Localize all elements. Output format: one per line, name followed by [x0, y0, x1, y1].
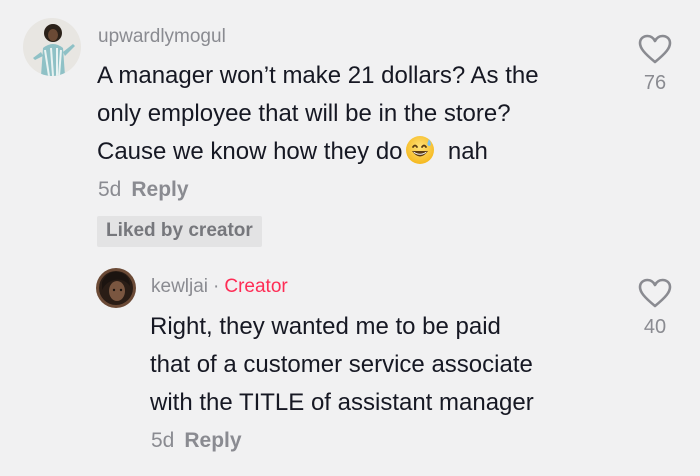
comment-line-suffix: nah [447, 138, 488, 165]
comment-line: A manager won’t make 21 dollars? As the [97, 62, 539, 89]
comment-line: only employee that will be in the store? [97, 100, 511, 127]
like-count: 40 [643, 316, 667, 338]
comment-text: A manager won’t make 21 dollars? As the … [97, 57, 539, 171]
heart-outline-icon[interactable] [638, 34, 672, 64]
comment-text: Right, they wanted me to be paid that of… [150, 308, 534, 422]
profile-photo-icon [23, 18, 81, 76]
like-button[interactable]: 40 [630, 278, 680, 339]
comment-username[interactable]: upwardlymogul [98, 26, 226, 48]
comment-line: that of a customer service associate [150, 351, 533, 378]
comment-timestamp: 5d [151, 429, 175, 452]
comment-timestamp: 5d [98, 178, 122, 201]
like-button[interactable]: 76 [630, 34, 680, 95]
reply-button[interactable]: Reply [131, 178, 188, 201]
avatar[interactable] [96, 268, 136, 308]
separator-dot: · [213, 276, 220, 297]
comment-meta: 5d Reply [151, 429, 242, 453]
reply-username-row: kewljai · Creator [151, 276, 288, 298]
profile-photo-icon [96, 268, 136, 308]
username-text[interactable]: upwardlymogul [98, 26, 226, 47]
heart-outline-icon[interactable] [638, 278, 672, 308]
comment-line: with the TITLE of assistant manager [150, 389, 534, 416]
username-text[interactable]: kewljai [151, 276, 208, 297]
comment-line: Right, they wanted me to be paid [150, 313, 501, 340]
reply-button[interactable]: Reply [184, 429, 241, 452]
comment-line-text: Cause we know how they do [97, 138, 403, 165]
grinning-sweat-emoji-icon [405, 135, 435, 165]
comment-line: Cause we know how they do nah [97, 133, 539, 171]
avatar[interactable] [23, 18, 81, 76]
liked-by-creator-badge: Liked by creator [97, 216, 262, 247]
creator-label: Creator [224, 276, 288, 297]
like-count: 76 [643, 72, 667, 94]
comment-meta: 5d Reply [98, 178, 189, 202]
